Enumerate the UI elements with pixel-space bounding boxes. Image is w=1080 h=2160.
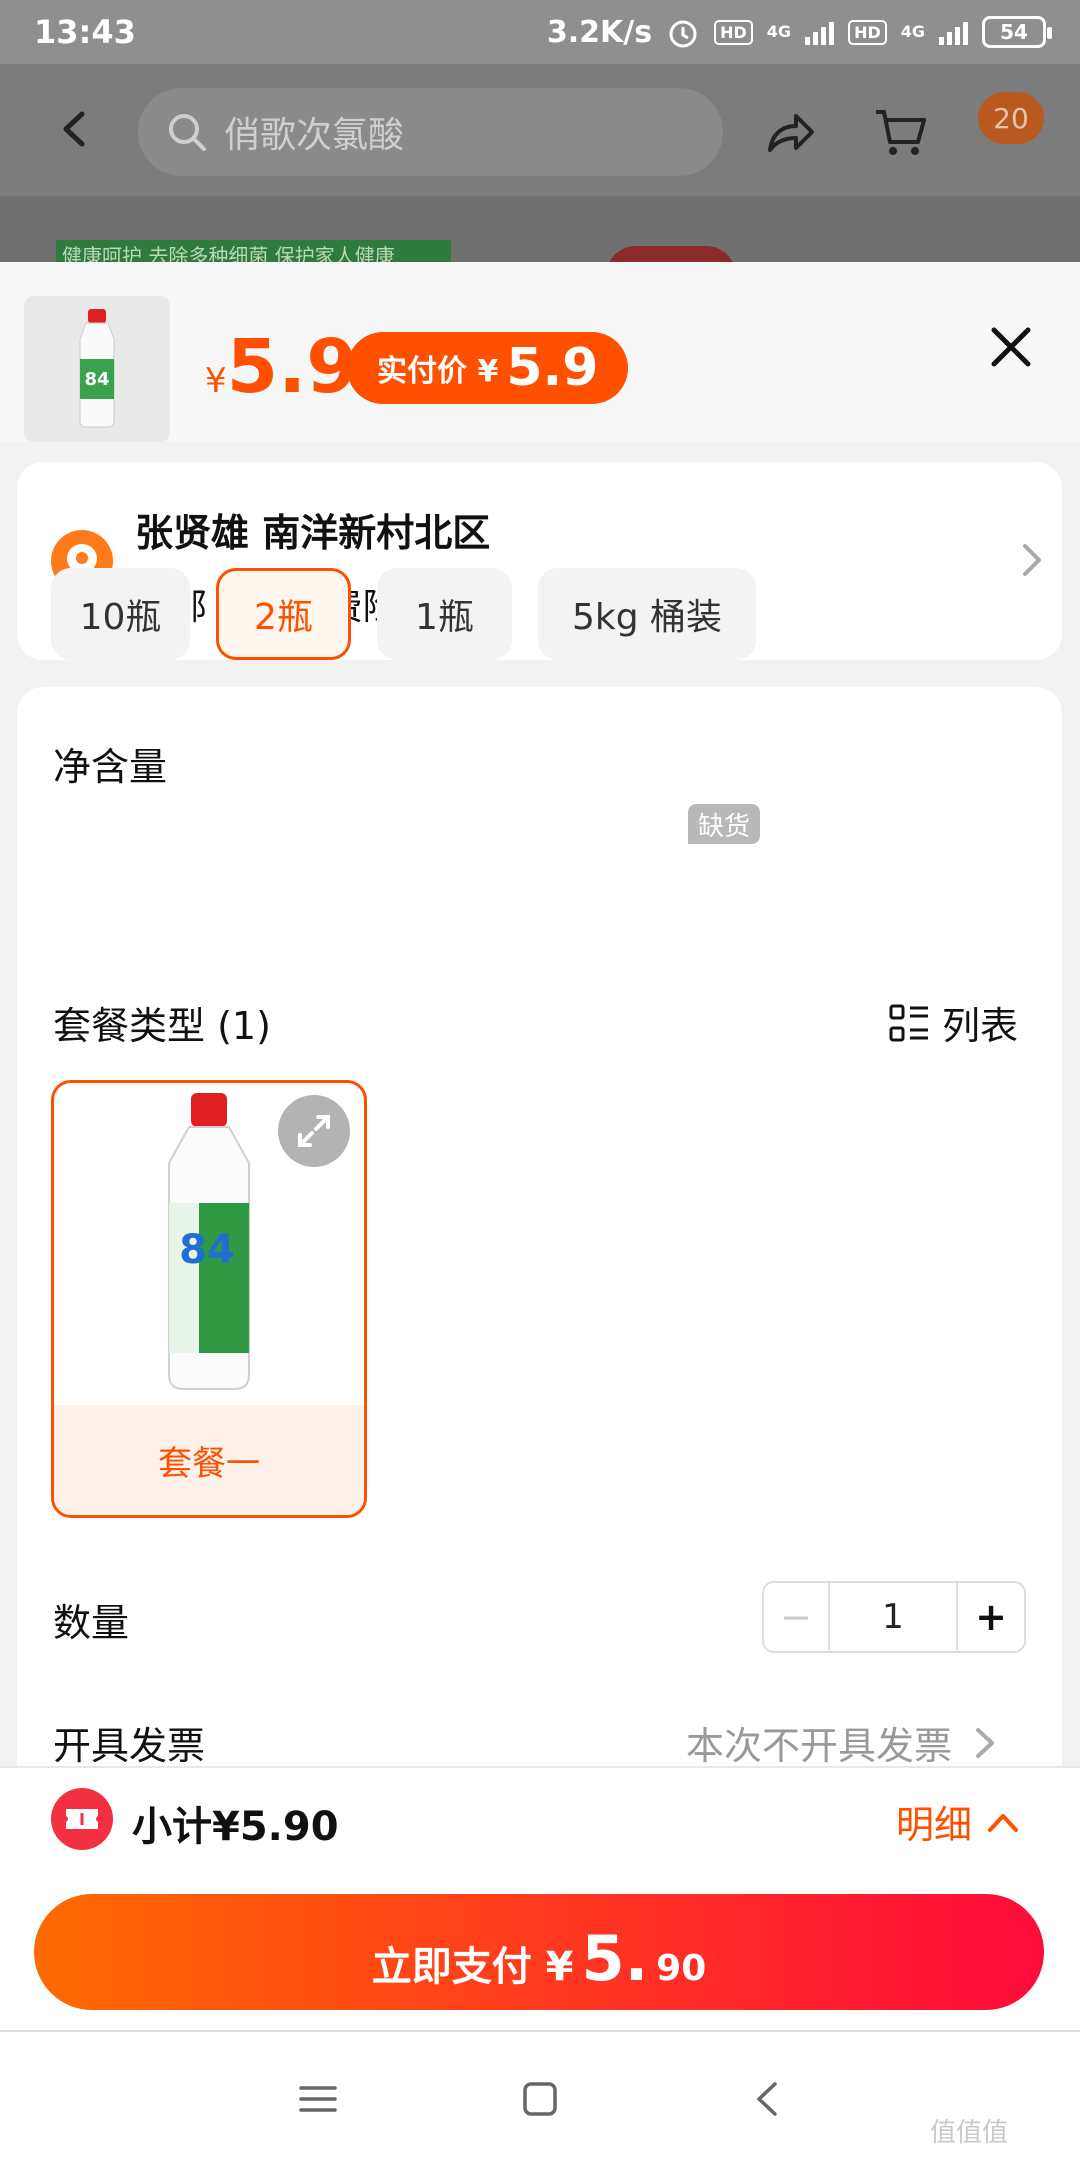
hd-badge: HD [714, 19, 753, 45]
search-input[interactable]: 俏歌次氯酸 [138, 88, 723, 176]
pay-amount-decimal: 90 [656, 1948, 707, 1989]
pay-now-label: 立即支付 ¥ [371, 1944, 574, 1990]
banner-text: 健康呵护 去除多种细菌 保护家人健康 [56, 240, 451, 262]
recipient-address: 张贤雄 南洋新村北区 [135, 511, 491, 555]
detail-label: 明细 [896, 1803, 973, 1847]
invoice-value: 本次不开具发票 [686, 1724, 953, 1768]
back-icon[interactable] [745, 2076, 791, 2122]
expand-icon[interactable] [278, 1095, 350, 1167]
bottle-cap-image [606, 246, 736, 262]
status-bar: 13:43 3.2K/s HD 4G HD 4G 54 [0, 0, 1080, 64]
product-thumbnail[interactable]: 84 [24, 296, 170, 442]
quantity-input[interactable]: 1 [830, 1583, 958, 1651]
network-type-2: 4G [900, 22, 925, 41]
network-type: 4G [766, 22, 792, 41]
actual-price-value: 5.9 [506, 338, 599, 398]
checkout-footer: 小计¥5.90 明细 立即支付 ¥ 5. 90 [0, 1766, 1080, 2030]
option-2-bottles[interactable]: 2瓶 [216, 568, 351, 660]
quantity-stepper: − 1 + [762, 1581, 1026, 1653]
list-icon [889, 1004, 928, 1041]
home-icon[interactable] [517, 2076, 563, 2122]
list-view-toggle[interactable]: 列表 [888, 995, 1018, 1050]
unit-price: ¥ 5.9 [205, 324, 358, 410]
currency-symbol: ¥ [205, 361, 227, 401]
share-icon[interactable] [762, 106, 818, 162]
chevron-up-icon [988, 1813, 1019, 1832]
actual-price-badge: 实付价 ¥ 5.9 [347, 332, 629, 404]
package-option-1[interactable]: 84 套餐一 [51, 1080, 367, 1518]
battery-icon: 54 [982, 16, 1052, 48]
chevron-right-icon [1023, 544, 1041, 576]
list-label: 列表 [942, 1004, 1019, 1048]
price-value: 5.9 [226, 324, 358, 410]
hd-badge-2: HD [848, 19, 887, 45]
option-1-bottle[interactable]: 1瓶 [377, 568, 512, 660]
bottle-image: 84 [168, 1093, 250, 1390]
system-navbar: 值值值 [0, 2030, 1080, 2160]
pay-amount-integer: 5. [581, 1922, 649, 1995]
signal-icon-2 [939, 19, 968, 45]
chevron-right-icon [976, 1727, 995, 1758]
cart-count-badge: 20 [978, 92, 1044, 144]
package-type-title: 套餐类型 (1) [53, 1004, 271, 1048]
bottle-image: 84 [79, 309, 115, 428]
cart-icon[interactable] [872, 104, 928, 160]
out-of-stock-tag: 缺货 [688, 804, 761, 844]
svg-text:84: 84 [179, 1227, 235, 1273]
status-indicators: 3.2K/s HD 4G HD 4G 54 [546, 14, 1052, 50]
subtotal: 小计¥5.90 [132, 1804, 339, 1850]
back-arrow-icon[interactable] [50, 104, 100, 154]
search-placeholder: 俏歌次氯酸 [224, 115, 405, 156]
watermark: 值值值 [930, 2118, 1009, 2148]
close-icon[interactable] [986, 322, 1036, 372]
alarm-icon [669, 20, 697, 48]
option-10-bottles[interactable]: 10瓶 [51, 568, 190, 660]
detail-toggle[interactable]: 明细 [896, 1794, 1020, 1849]
option-5kg-bucket[interactable]: 5kg 桶装 [538, 568, 756, 660]
invoice-label: 开具发票 [53, 1724, 206, 1768]
quantity-label: 数量 [53, 1601, 130, 1645]
net-content-title: 净含量 [53, 745, 168, 789]
svg-text:84: 84 [84, 369, 109, 390]
network-speed: 3.2K/s [546, 14, 653, 50]
invoice-option[interactable]: 本次不开具发票 [686, 1715, 996, 1770]
increase-button[interactable]: + [958, 1583, 1024, 1651]
page-header: 俏歌次氯酸 20 [0, 64, 1080, 200]
decrease-button[interactable]: − [764, 1583, 830, 1651]
actual-price-label: 实付价 ¥ [377, 354, 499, 389]
signal-icon [805, 19, 835, 45]
package-name: 套餐一 [54, 1405, 364, 1515]
search-icon [169, 114, 206, 151]
status-time: 13:43 [34, 13, 136, 51]
coupon-icon [51, 1788, 113, 1850]
price-header: 84 ¥ 5.9 实付价 ¥ 5.9 [0, 262, 1080, 442]
menu-icon[interactable] [295, 2076, 341, 2122]
pay-now-button[interactable]: 立即支付 ¥ 5. 90 [34, 1894, 1044, 2010]
product-banner: 健康呵护 去除多种细菌 保护家人健康 [0, 196, 1080, 262]
